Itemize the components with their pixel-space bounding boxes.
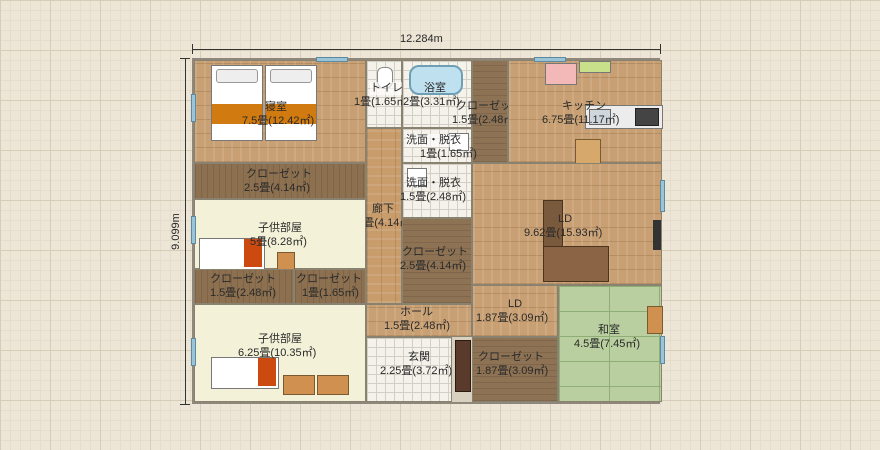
room-ld-small-name: LD [508,298,523,310]
room-closet-bottom-size: 1.87畳(3.09㎡) [476,365,549,377]
room-bath-size: 2畳(3.31㎡) [403,96,460,108]
kitchen-pink-cabinet [545,63,577,85]
room-corridor-name: 廊下 [372,203,394,215]
room-washitsu-name: 和室 [598,324,620,336]
room-corridor[interactable] [366,128,402,304]
room-hall-name: ホール [400,306,433,318]
room-washroom-2-name: 洗面・脱衣 [406,177,461,189]
room-closet-bottom-name: クローゼット [478,351,544,363]
kids-2-bed-blanket [258,358,276,386]
window-washitsu-right [660,336,665,364]
room-washroom-1-name: 洗面・脱衣 [406,134,461,147]
height-tick-bottom [180,404,190,405]
kids-2-desk-1 [283,375,315,395]
bed-right-pillow [270,69,312,83]
dining-table [575,139,601,166]
room-toilet-name: トイレ [370,82,403,95]
room-closet-kids-2-name: クローゼット [296,273,362,285]
kitchen-stove [635,108,659,126]
room-closet-kids-1-size: 1.5畳(2.48㎡) [210,287,277,299]
room-kitchen-name: キッチン [562,100,606,112]
window-kids2-left [191,338,196,366]
tv-unit [653,220,661,250]
room-closet-bedroom-name: クローゼット [246,168,312,180]
height-tick-top [180,58,190,59]
room-bedroom-size: 7.5畳(12.42㎡) [242,115,315,127]
bed-left-pillow [216,69,258,83]
room-washroom-2-size: 1.5畳(2.48㎡) [400,191,467,203]
shoe-cabinet [455,340,471,392]
window-kitchen-top [534,57,566,62]
sofa-seat [543,246,609,282]
kids-2-bed [211,357,279,389]
room-bedroom-name: 寝室 [265,101,287,113]
room-closet-kids-1-name: クローゼット [210,273,276,285]
room-ld-small-size: 1.87畳(3.09㎡) [476,312,549,324]
window-kids1-left [191,216,196,244]
room-kitchen-size: 6.75畳(11.17㎡) [542,114,620,126]
tokonoma [647,306,663,334]
room-washitsu-size: 4.5畳(7.45㎡) [574,338,641,350]
room-bath-name: 浴室 [424,82,446,94]
bed-left [211,65,263,141]
room-entrance-name: 玄関 [408,351,430,363]
height-dimension-label: 9.099m [169,213,182,250]
room-closet-kids-2-size: 1畳(1.65㎡) [302,287,359,299]
room-closet-mid-size: 2.5畳(4.14㎡) [400,260,467,272]
width-tick-left [192,44,193,54]
window-ld-right [660,180,665,212]
room-ld-main-size: 9.62畳(15.93㎡) [524,227,603,239]
room-bedroom[interactable]: 寝室 7.5畳(12.42㎡) [194,60,366,163]
room-kids-1-size: 5畳(8.28㎡) [250,236,307,248]
room-entrance-size: 2.25畳(3.72㎡) [380,365,453,377]
room-closet-mid-name: クローゼット [402,246,468,258]
room-ld-main-name: LD [558,213,573,225]
window-bedroom-left [191,94,196,122]
room-kids-1-name: 子供部屋 [258,222,302,234]
width-tick-right [660,44,661,54]
room-kids-2-size: 6.25畳(10.35㎡) [238,347,317,359]
kids-1-desk [277,252,295,270]
height-dimension-line [185,58,186,404]
kitchen-shelf [579,61,611,73]
room-kids-2-name: 子供部屋 [258,333,302,345]
room-washroom-1-size: 1畳(1.65㎡) [420,148,477,160]
width-dimension-line [192,49,660,50]
room-ld-small[interactable] [472,285,558,337]
room-closet-bedroom-size: 2.5畳(4.14㎡) [244,182,311,194]
window-top-bedroom [316,57,348,62]
room-hall-size: 1.5畳(2.48㎡) [384,320,451,332]
width-dimension-label: 12.284m [400,33,443,45]
kids-2-desk-2 [317,375,349,395]
floor-plan: 寝室 7.5畳(12.42㎡) トイレ 1畳(1.65㎡) 浴室 2畳(3.31… [191,57,665,404]
